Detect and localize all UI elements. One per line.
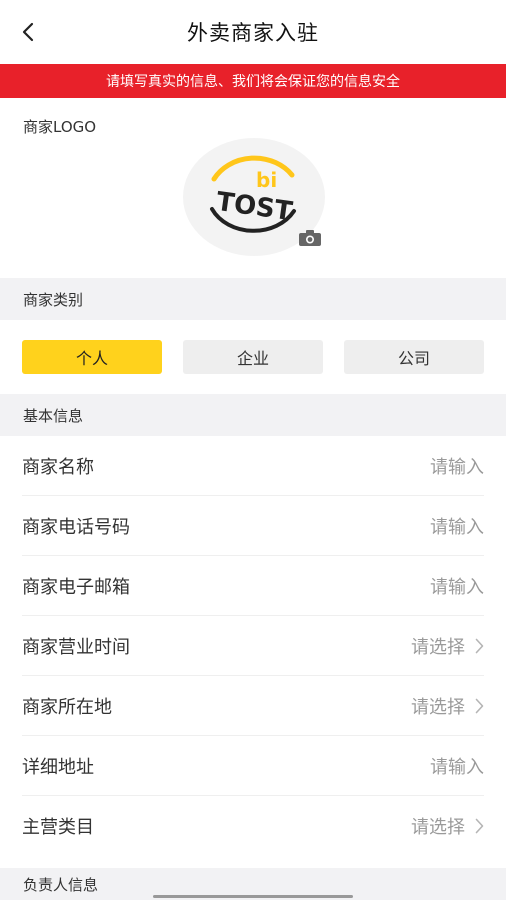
logo-label: 商家LOGO — [23, 118, 97, 136]
chevron-left-icon — [22, 22, 34, 42]
page-title: 外卖商家入驻 — [187, 21, 319, 45]
category-header: 商家类别 — [0, 278, 506, 320]
logo-image: bi TOST — [210, 155, 296, 233]
main-category-select[interactable]: 主营类目 请选择 — [22, 796, 484, 856]
logo-upload[interactable]: bi TOST — [183, 138, 325, 256]
row-value: 请选择 — [411, 633, 484, 659]
detailed-address-field[interactable]: 详细地址 请输入 — [22, 736, 484, 796]
security-notice: 请填写真实的信息、我们将会保证您的信息安全 — [0, 64, 506, 98]
category-personal-button[interactable]: 个人 — [22, 340, 162, 374]
basic-info-list: 商家名称 请输入 商家电话号码 请输入 商家电子邮箱 请输入 商家营业时间 请选… — [0, 436, 506, 856]
row-label: 商家电子邮箱 — [22, 576, 130, 598]
row-label: 主营类目 — [22, 817, 94, 838]
merchant-name-field[interactable]: 商家名称 请输入 — [22, 436, 484, 496]
row-placeholder: 请输入 — [430, 516, 484, 538]
category-enterprise-button[interactable]: 企业 — [183, 340, 323, 374]
row-value: 请选择 — [411, 693, 484, 719]
row-placeholder: 请选择 — [411, 696, 465, 718]
row-placeholder: 请选择 — [411, 817, 465, 838]
row-label: 商家营业时间 — [22, 636, 130, 658]
row-label: 商家电话号码 — [22, 516, 130, 538]
camera-icon — [299, 230, 321, 246]
svg-text:bi: bi — [256, 168, 277, 192]
business-hours-select[interactable]: 商家营业时间 请选择 — [22, 616, 484, 676]
home-indicator[interactable] — [153, 895, 353, 898]
category-options: 个人 企业 公司 — [0, 320, 506, 394]
basic-info-header: 基本信息 — [0, 394, 506, 436]
merchant-phone-field[interactable]: 商家电话号码 请输入 — [22, 496, 484, 556]
row-value: 请选择 — [411, 813, 484, 839]
row-label: 商家所在地 — [22, 696, 112, 718]
row-label: 详细地址 — [22, 756, 94, 778]
logo-section: 商家LOGO bi TOST — [0, 98, 506, 278]
chevron-right-icon — [475, 818, 484, 834]
row-placeholder: 请选择 — [411, 636, 465, 658]
back-button[interactable] — [14, 18, 42, 46]
location-select[interactable]: 商家所在地 请选择 — [22, 676, 484, 736]
chevron-right-icon — [475, 698, 484, 713]
merchant-email-field[interactable]: 商家电子邮箱 请输入 — [22, 556, 484, 616]
row-placeholder: 请输入 — [430, 756, 484, 778]
row-label: 商家名称 — [22, 456, 94, 478]
chevron-right-icon — [475, 638, 484, 653]
row-placeholder: 请输入 — [430, 576, 484, 598]
row-placeholder: 请输入 — [430, 456, 484, 478]
category-company-button[interactable]: 公司 — [344, 340, 484, 374]
nav-bar: 外卖商家入驻 — [0, 0, 506, 64]
